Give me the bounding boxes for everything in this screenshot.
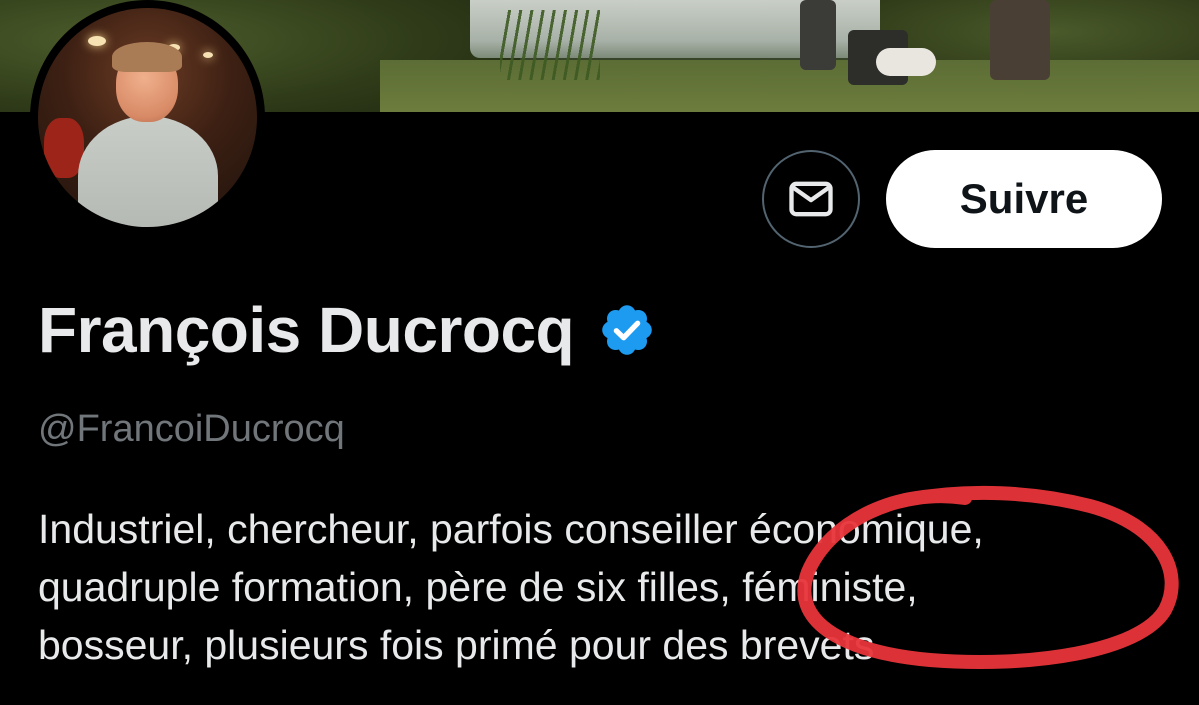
avatar-lamp xyxy=(88,36,106,46)
banner-person-legs xyxy=(800,0,836,70)
message-button[interactable] xyxy=(762,150,860,248)
bio-line: bosseur, plusieurs fois primé pour des b… xyxy=(38,622,875,668)
avatar-body xyxy=(78,116,218,227)
username-handle: @FrancoiDucrocq xyxy=(38,408,345,450)
display-name-row: François Ducrocq xyxy=(38,290,656,370)
banner-reeds xyxy=(500,10,600,80)
avatar-photo xyxy=(38,8,257,227)
verified-badge-icon[interactable] xyxy=(598,301,656,359)
profile-avatar[interactable] xyxy=(30,0,265,235)
bio-line: quadruple formation, père de six filles,… xyxy=(38,564,918,610)
banner-cooler xyxy=(876,48,936,76)
profile-page: Suivre François Ducrocq @FrancoiDucrocq … xyxy=(0,0,1199,705)
follow-button[interactable]: Suivre xyxy=(886,150,1162,248)
banner-person-right xyxy=(990,0,1050,80)
avatar-lamp xyxy=(203,52,213,58)
display-name: François Ducrocq xyxy=(38,294,575,366)
bio-line: Industriel, chercheur, parfois conseille… xyxy=(38,506,984,552)
avatar-hair xyxy=(112,42,182,72)
profile-bio: Industriel, chercheur, parfois conseille… xyxy=(38,500,1188,674)
envelope-icon xyxy=(789,181,833,217)
